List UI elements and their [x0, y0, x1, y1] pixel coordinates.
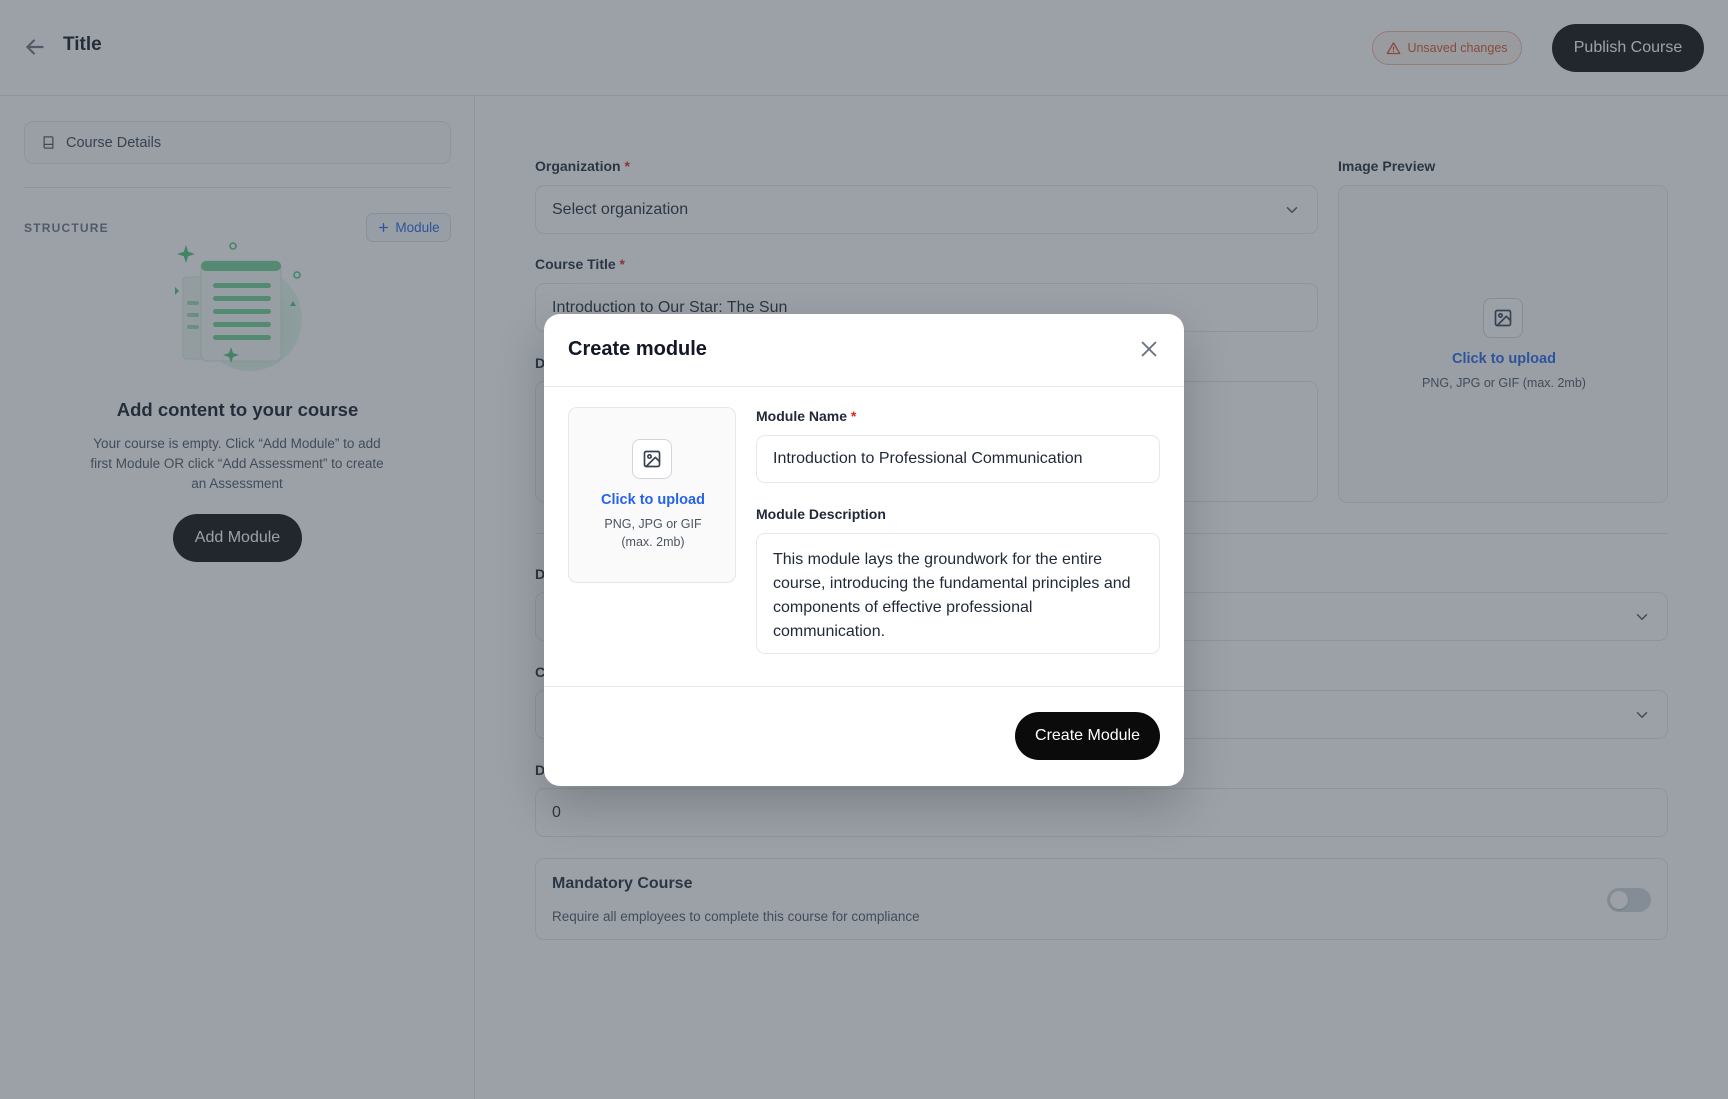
upload-image-icon-box [632, 439, 672, 479]
module-name-value: Introduction to Professional Communicati… [773, 450, 1083, 467]
click-to-upload-link[interactable]: Click to upload [569, 492, 737, 508]
module-description-textarea[interactable]: This module lays the groundwork for the … [756, 533, 1160, 654]
close-icon[interactable] [1138, 338, 1160, 360]
module-image-dropzone[interactable]: Click to upload PNG, JPG or GIF (max. 2m… [568, 407, 736, 583]
dialog-title: Create module [568, 338, 707, 360]
dialog-header-divider [544, 386, 1184, 387]
create-module-dialog: Create module Click to upload PNG, JPG o… [544, 314, 1184, 786]
upload-hint-line-2: (max. 2mb) [621, 535, 685, 549]
upload-hint-line-1: PNG, JPG or GIF [604, 517, 702, 531]
module-name-input[interactable]: Introduction to Professional Communicati… [756, 435, 1160, 483]
module-description-label: Module Description [756, 506, 886, 522]
create-module-button[interactable]: Create Module [1015, 712, 1160, 760]
image-icon [643, 450, 661, 468]
module-name-label: Module Name * [756, 408, 857, 424]
dialog-footer-divider [544, 686, 1184, 687]
